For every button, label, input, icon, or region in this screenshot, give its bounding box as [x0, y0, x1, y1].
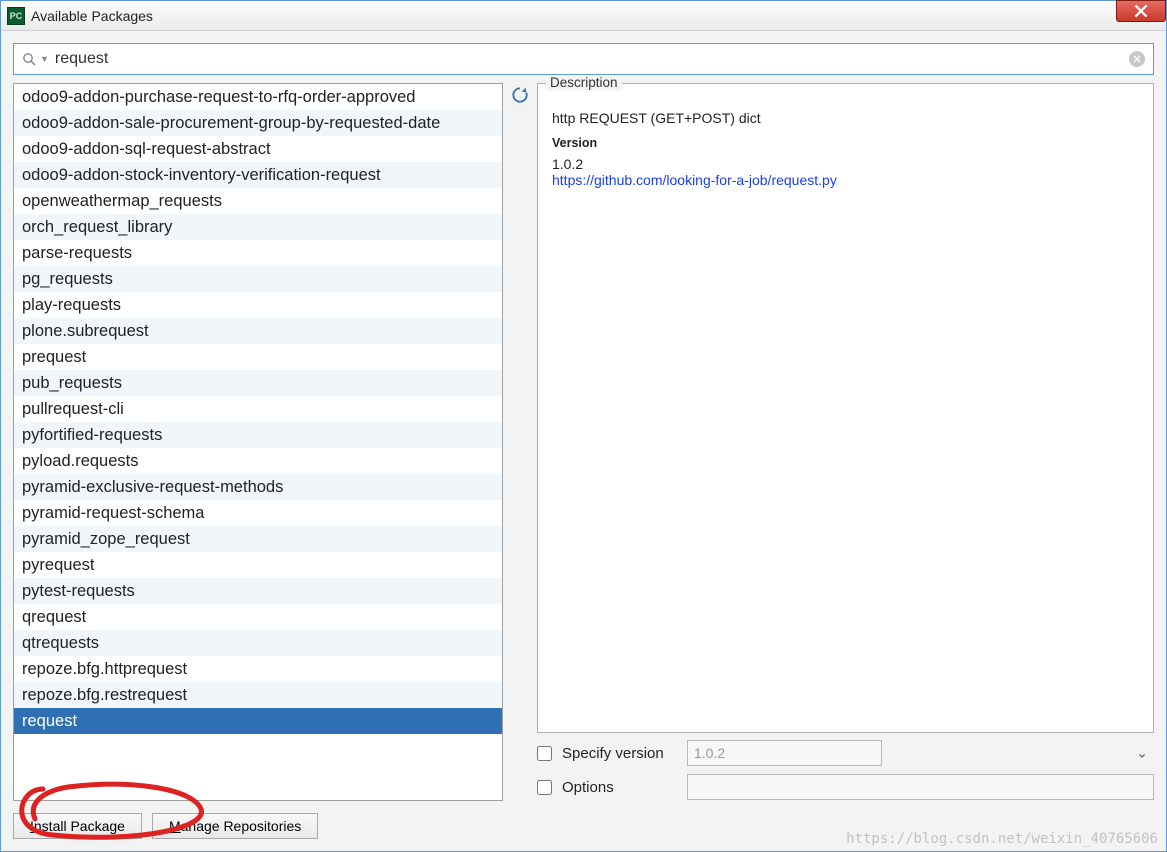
version-number: 1.0.2 — [552, 156, 1139, 172]
package-item[interactable]: pytest-requests — [14, 578, 502, 604]
package-item[interactable]: odoo9-addon-sale-procurement-group-by-re… — [14, 110, 502, 136]
options-row: Options — [537, 773, 1154, 801]
package-list[interactable]: odoo9-addon-purchase-request-to-rfq-orde… — [13, 83, 503, 801]
options-checkbox[interactable] — [537, 780, 552, 795]
description-box: Description http REQUEST (GET+POST) dict… — [537, 83, 1154, 733]
dialog-content: ▼ odoo9-addon-purchase-request-to-rfq-or… — [1, 31, 1166, 851]
install-package-button[interactable]: Install Package — [13, 813, 142, 839]
package-item[interactable]: pullrequest-cli — [14, 396, 502, 422]
close-icon — [1134, 4, 1148, 18]
manage-repositories-button[interactable]: Manage Repositories — [152, 813, 318, 839]
options-input[interactable] — [687, 774, 1154, 800]
version-label: Version — [552, 136, 1139, 150]
package-item[interactable]: odoo9-addon-purchase-request-to-rfq-orde… — [14, 84, 502, 110]
package-item[interactable]: pyrequest — [14, 552, 502, 578]
package-item[interactable]: pg_requests — [14, 266, 502, 292]
package-item[interactable]: pyramid-exclusive-request-methods — [14, 474, 502, 500]
main-area: odoo9-addon-purchase-request-to-rfq-orde… — [13, 83, 1154, 801]
description-summary: http REQUEST (GET+POST) dict — [552, 110, 1139, 126]
chevron-down-icon: ⌄ — [1136, 745, 1148, 762]
specify-version-select[interactable] — [687, 740, 882, 766]
package-item[interactable]: prequest — [14, 344, 502, 370]
window-title: Available Packages — [31, 8, 153, 24]
package-item[interactable]: qrequest — [14, 604, 502, 630]
specify-version-checkbox[interactable] — [537, 746, 552, 761]
package-item[interactable]: openweathermap_requests — [14, 188, 502, 214]
specify-version-row: Specify version ⌄ — [537, 739, 1154, 767]
package-item[interactable]: pyfortified-requests — [14, 422, 502, 448]
description-body: http REQUEST (GET+POST) dict Version 1.0… — [538, 84, 1153, 732]
package-item[interactable]: request — [14, 708, 502, 734]
package-item[interactable]: qtrequests — [14, 630, 502, 656]
install-label-rest: nstall Package — [34, 818, 125, 834]
package-item[interactable]: pyramid-request-schema — [14, 500, 502, 526]
options-label: Options — [562, 779, 677, 796]
titlebar: PC Available Packages — [1, 1, 1166, 31]
details-column: Description http REQUEST (GET+POST) dict… — [537, 83, 1154, 801]
specify-version-label: Specify version — [562, 745, 677, 762]
search-field: ▼ — [13, 43, 1154, 75]
package-item[interactable]: pyramid_zope_request — [14, 526, 502, 552]
package-item[interactable]: pyload.requests — [14, 448, 502, 474]
package-item[interactable]: orch_request_library — [14, 214, 502, 240]
app-icon: PC — [7, 7, 25, 25]
footer-buttons: Install Package Manage Repositories — [13, 809, 1154, 839]
search-icon — [22, 52, 36, 66]
dialog-window: PC Available Packages ▼ odoo9-addon-purc… — [0, 0, 1167, 852]
package-item[interactable]: parse-requests — [14, 240, 502, 266]
refresh-icon — [510, 85, 530, 105]
manage-label-rest: anage Repositories — [181, 818, 302, 834]
package-item[interactable]: play-requests — [14, 292, 502, 318]
package-item[interactable]: repoze.bfg.restrequest — [14, 682, 502, 708]
clear-search-icon[interactable] — [1129, 51, 1145, 67]
search-input[interactable] — [55, 50, 1129, 68]
package-item[interactable]: plone.subrequest — [14, 318, 502, 344]
package-item[interactable]: odoo9-addon-stock-inventory-verification… — [14, 162, 502, 188]
search-dropdown-icon[interactable]: ▼ — [40, 54, 49, 64]
close-button[interactable] — [1116, 0, 1166, 22]
package-list-column: odoo9-addon-purchase-request-to-rfq-orde… — [13, 83, 503, 801]
project-link[interactable]: https://github.com/looking-for-a-job/req… — [552, 172, 1139, 188]
refresh-button[interactable] — [507, 83, 533, 105]
package-item[interactable]: odoo9-addon-sql-request-abstract — [14, 136, 502, 162]
package-item[interactable]: pub_requests — [14, 370, 502, 396]
package-item[interactable]: repoze.bfg.httprequest — [14, 656, 502, 682]
